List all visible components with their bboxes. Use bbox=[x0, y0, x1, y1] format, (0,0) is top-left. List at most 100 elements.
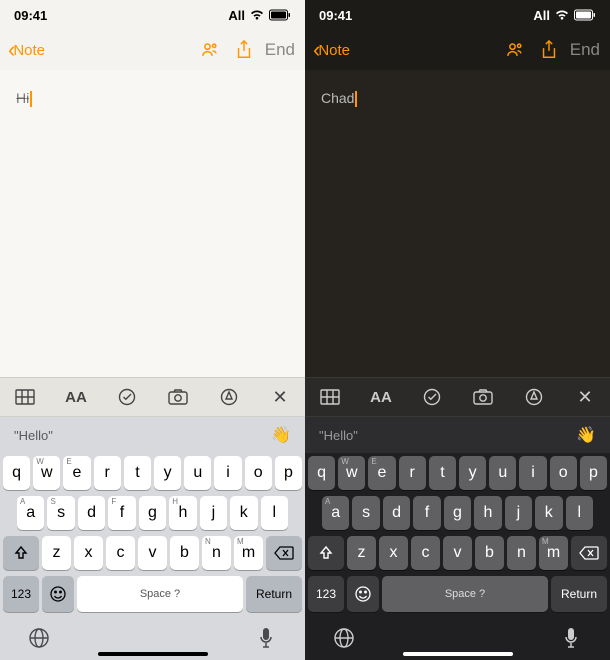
key-j[interactable]: j bbox=[505, 496, 532, 530]
key-c[interactable]: c bbox=[411, 536, 440, 570]
key-g[interactable]: g bbox=[444, 496, 471, 530]
close-icon[interactable]: ✕ bbox=[574, 386, 596, 408]
markup-icon[interactable] bbox=[218, 386, 240, 408]
key-g[interactable]: g bbox=[139, 496, 166, 530]
shift-key[interactable] bbox=[3, 536, 39, 570]
key-d[interactable]: d bbox=[383, 496, 410, 530]
key-v[interactable]: v bbox=[138, 536, 167, 570]
key-m[interactable]: mM bbox=[539, 536, 568, 570]
suggestion-text[interactable]: "Hello" bbox=[14, 428, 53, 443]
key-s[interactable]: s bbox=[352, 496, 379, 530]
key-p[interactable]: p bbox=[275, 456, 302, 490]
space-key[interactable]: Space ? bbox=[77, 576, 243, 612]
text-format-icon[interactable]: AA bbox=[65, 386, 87, 408]
back-button[interactable]: ‹ Note bbox=[8, 37, 45, 63]
key-x[interactable]: x bbox=[74, 536, 103, 570]
key-u[interactable]: u bbox=[489, 456, 516, 490]
key-o[interactable]: o bbox=[245, 456, 272, 490]
key-y[interactable]: y bbox=[154, 456, 181, 490]
key-a[interactable]: aA bbox=[322, 496, 349, 530]
key-r[interactable]: r bbox=[399, 456, 426, 490]
numbers-key[interactable]: 123 bbox=[3, 576, 39, 612]
key-n[interactable]: nN bbox=[202, 536, 231, 570]
status-right: All bbox=[533, 8, 596, 23]
key-l[interactable]: l bbox=[566, 496, 593, 530]
key-h[interactable]: hH bbox=[169, 496, 196, 530]
key-w[interactable]: wW bbox=[338, 456, 365, 490]
key-x[interactable]: x bbox=[379, 536, 408, 570]
key-m[interactable]: mM bbox=[234, 536, 263, 570]
text-format-icon[interactable]: AA bbox=[370, 386, 392, 408]
home-indicator[interactable] bbox=[403, 652, 513, 656]
note-content[interactable]: Chad bbox=[305, 70, 610, 377]
key-q[interactable]: q bbox=[308, 456, 335, 490]
key-k[interactable]: k bbox=[230, 496, 257, 530]
key-y[interactable]: y bbox=[459, 456, 486, 490]
key-w[interactable]: wW bbox=[33, 456, 60, 490]
key-l[interactable]: l bbox=[261, 496, 288, 530]
markup-icon[interactable] bbox=[523, 386, 545, 408]
emoji-key[interactable] bbox=[42, 576, 74, 612]
key-k[interactable]: k bbox=[535, 496, 562, 530]
key-p[interactable]: p bbox=[580, 456, 607, 490]
end-button[interactable]: End bbox=[263, 40, 297, 60]
return-key[interactable]: Return bbox=[246, 576, 302, 612]
key-o[interactable]: o bbox=[550, 456, 577, 490]
key-e[interactable]: eE bbox=[63, 456, 90, 490]
key-v[interactable]: v bbox=[443, 536, 472, 570]
key-d[interactable]: d bbox=[78, 496, 105, 530]
collaborate-icon[interactable] bbox=[195, 35, 225, 65]
format-toolbar: AA ✕ bbox=[305, 377, 610, 417]
numbers-key[interactable]: 123 bbox=[308, 576, 344, 612]
note-content[interactable]: Hi bbox=[0, 70, 305, 377]
key-e[interactable]: eE bbox=[368, 456, 395, 490]
collaborate-icon[interactable] bbox=[500, 35, 530, 65]
key-i[interactable]: i bbox=[214, 456, 241, 490]
suggestion-text[interactable]: "Hello" bbox=[319, 428, 358, 443]
shift-key[interactable] bbox=[308, 536, 344, 570]
checklist-icon[interactable] bbox=[116, 386, 138, 408]
backspace-key[interactable] bbox=[266, 536, 302, 570]
home-indicator[interactable] bbox=[98, 652, 208, 656]
emoji-key[interactable] bbox=[347, 576, 379, 612]
camera-icon[interactable] bbox=[167, 386, 189, 408]
mic-icon[interactable] bbox=[558, 625, 584, 651]
table-icon[interactable] bbox=[319, 386, 341, 408]
end-button[interactable]: End bbox=[568, 40, 602, 60]
share-icon[interactable] bbox=[229, 35, 259, 65]
key-s[interactable]: sS bbox=[47, 496, 74, 530]
key-q[interactable]: q bbox=[3, 456, 30, 490]
key-b[interactable]: b bbox=[170, 536, 199, 570]
key-t[interactable]: t bbox=[429, 456, 456, 490]
checklist-icon[interactable] bbox=[421, 386, 443, 408]
space-key[interactable]: Space ? bbox=[382, 576, 548, 612]
mic-icon[interactable] bbox=[253, 625, 279, 651]
key-t[interactable]: t bbox=[124, 456, 151, 490]
key-z[interactable]: z bbox=[347, 536, 376, 570]
close-icon[interactable]: ✕ bbox=[269, 386, 291, 408]
return-key[interactable]: Return bbox=[551, 576, 607, 612]
backspace-key[interactable] bbox=[571, 536, 607, 570]
share-icon[interactable] bbox=[534, 35, 564, 65]
globe-icon[interactable] bbox=[26, 625, 52, 651]
wave-emoji-icon[interactable]: 👋 bbox=[271, 425, 291, 445]
key-c[interactable]: c bbox=[106, 536, 135, 570]
key-u[interactable]: u bbox=[184, 456, 211, 490]
key-f[interactable]: fF bbox=[108, 496, 135, 530]
key-i[interactable]: i bbox=[519, 456, 546, 490]
wave-emoji-icon[interactable]: 👋 bbox=[576, 425, 596, 445]
key-h[interactable]: h bbox=[474, 496, 501, 530]
key-b[interactable]: b bbox=[475, 536, 504, 570]
key-a[interactable]: aA bbox=[17, 496, 44, 530]
camera-icon[interactable] bbox=[472, 386, 494, 408]
key-f[interactable]: f bbox=[413, 496, 440, 530]
globe-icon[interactable] bbox=[331, 625, 357, 651]
table-icon[interactable] bbox=[14, 386, 36, 408]
back-button[interactable]: ‹ Note bbox=[313, 37, 350, 63]
key-row-3: zxcvbnmM bbox=[308, 536, 607, 570]
key-z[interactable]: z bbox=[42, 536, 71, 570]
key-n[interactable]: n bbox=[507, 536, 536, 570]
key-r[interactable]: r bbox=[94, 456, 121, 490]
nav-bar: ‹ Note End bbox=[0, 30, 305, 70]
key-j[interactable]: j bbox=[200, 496, 227, 530]
